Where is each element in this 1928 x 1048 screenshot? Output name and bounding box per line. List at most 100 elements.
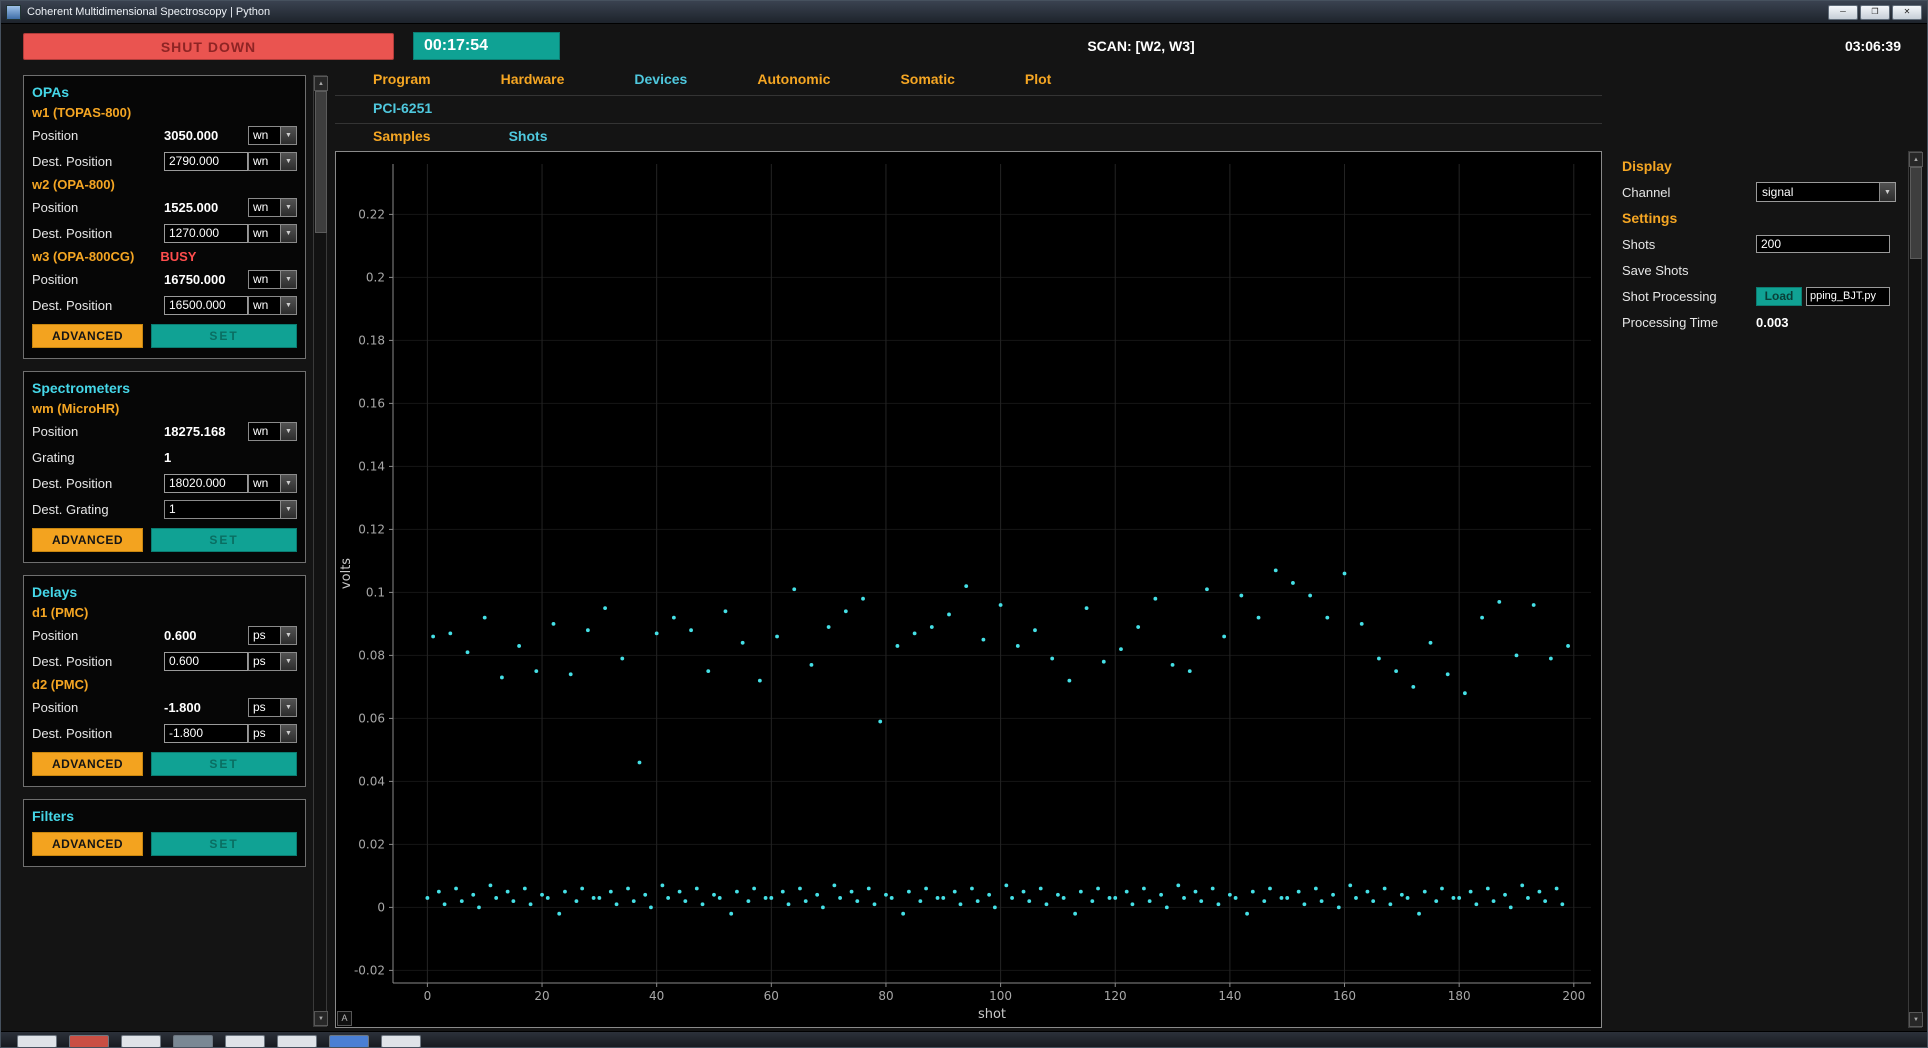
channel-label: Channel	[1622, 185, 1756, 200]
chevron-down-icon[interactable]: ▼	[280, 653, 296, 670]
view-tab-samples[interactable]: Samples	[373, 128, 431, 144]
units-select[interactable]: wn▼	[248, 224, 297, 243]
scan-status: SCAN: [W2, W3]	[1031, 38, 1251, 54]
minimize-button[interactable]: ─	[1828, 5, 1858, 20]
app-icon	[6, 5, 21, 20]
processing-file-input[interactable]	[1806, 287, 1890, 306]
maximize-button[interactable]: ❐	[1860, 5, 1890, 20]
units-select[interactable]: wn▼	[248, 198, 297, 217]
position-readout: 1	[164, 450, 248, 465]
button-row: ADVANCED SET	[32, 832, 297, 856]
scroll-down-icon[interactable]: ▼	[314, 1011, 328, 1026]
units-select[interactable]: ps▼	[248, 724, 297, 743]
menu-item-plot[interactable]: Plot	[1025, 71, 1051, 87]
shutdown-button[interactable]: SHUT DOWN	[23, 33, 394, 60]
sidebar-scrollbar[interactable]: ▲ ▼	[313, 75, 327, 1027]
taskbar-item[interactable]	[225, 1035, 265, 1048]
units-select[interactable]: ps▼	[248, 652, 297, 671]
channel-select[interactable]: signal ▼	[1756, 182, 1896, 202]
view-tabs: Samples Shots	[373, 128, 547, 144]
chevron-down-icon[interactable]: ▼	[280, 501, 296, 518]
taskbar-item[interactable]	[173, 1035, 213, 1048]
advanced-button[interactable]: ADVANCED	[32, 324, 143, 348]
units-select[interactable]: wn▼	[248, 474, 297, 493]
menu-item-somatic[interactable]: Somatic	[900, 71, 954, 87]
chevron-down-icon[interactable]: ▼	[1879, 183, 1895, 201]
units-select[interactable]: wn▼	[248, 422, 297, 441]
window-titlebar[interactable]: Coherent Multidimensional Spectroscopy |…	[1, 1, 1927, 24]
device-heading: w2 (OPA-800)	[32, 174, 297, 194]
svg-text:140: 140	[1218, 989, 1241, 1003]
taskbar-item[interactable]	[277, 1035, 317, 1048]
destination-input[interactable]	[164, 652, 248, 671]
device-heading: d2 (PMC)	[32, 674, 297, 694]
processing-time-label: Processing Time	[1622, 315, 1756, 330]
grating-select[interactable]: 1▼	[164, 500, 297, 519]
shots-plot-container[interactable]: 020406080100120140160180200-0.0200.020.0…	[335, 151, 1602, 1028]
device-heading: d1 (PMC)	[32, 602, 297, 622]
units-select[interactable]: wn▼	[248, 270, 297, 289]
svg-text:60: 60	[764, 989, 779, 1003]
main-scrollbar[interactable]: ▲ ▼	[1908, 151, 1922, 1028]
chevron-down-icon[interactable]: ▼	[280, 127, 296, 144]
chevron-down-icon[interactable]: ▼	[280, 627, 296, 644]
device-name: wm (MicroHR)	[32, 401, 119, 416]
destination-input[interactable]	[164, 152, 248, 171]
windows-taskbar[interactable]	[1, 1031, 1927, 1048]
chevron-down-icon[interactable]: ▼	[280, 297, 296, 314]
advanced-button[interactable]: ADVANCED	[32, 528, 143, 552]
autoscale-button[interactable]: A	[337, 1011, 352, 1026]
menu-item-autonomic[interactable]: Autonomic	[757, 71, 830, 87]
scrollbar-thumb[interactable]	[1910, 167, 1922, 259]
units-select[interactable]: ps▼	[248, 626, 297, 645]
menu-item-hardware[interactable]: Hardware	[501, 71, 565, 87]
advanced-button[interactable]: ADVANCED	[32, 832, 143, 856]
units-select[interactable]: wn▼	[248, 126, 297, 145]
units-select[interactable]: wn▼	[248, 296, 297, 315]
taskbar-item[interactable]	[17, 1035, 57, 1048]
set-button[interactable]: SET	[151, 324, 297, 348]
device-name: d2 (PMC)	[32, 677, 88, 692]
taskbar-item[interactable]	[381, 1035, 421, 1048]
destination-input[interactable]	[164, 224, 248, 243]
taskbar-item[interactable]	[121, 1035, 161, 1048]
chevron-down-icon[interactable]: ▼	[280, 423, 296, 440]
control-label: Position	[32, 272, 164, 287]
scrollbar-thumb[interactable]	[315, 91, 327, 233]
units-select[interactable]: wn▼	[248, 152, 297, 171]
destination-input[interactable]	[164, 474, 248, 493]
taskbar-item[interactable]	[69, 1035, 109, 1048]
button-row: ADVANCED SET	[32, 528, 297, 552]
set-button[interactable]: SET	[151, 752, 297, 776]
taskbar-item[interactable]	[329, 1035, 369, 1048]
scroll-up-icon[interactable]: ▲	[1909, 152, 1923, 167]
units-select[interactable]: ps▼	[248, 698, 297, 717]
menu-item-program[interactable]: Program	[373, 71, 431, 87]
chevron-down-icon[interactable]: ▼	[280, 199, 296, 216]
destination-input[interactable]	[164, 724, 248, 743]
chevron-down-icon[interactable]: ▼	[280, 699, 296, 716]
control-label: Dest. Position	[32, 226, 164, 241]
chevron-down-icon[interactable]: ▼	[280, 225, 296, 242]
main-menu: Program Hardware Devices Autonomic Somatic Pl…	[373, 71, 1051, 87]
chevron-down-icon[interactable]: ▼	[280, 271, 296, 288]
chevron-down-icon[interactable]: ▼	[280, 153, 296, 170]
menu-item-devices[interactable]: Devices	[634, 71, 687, 87]
shots-scatter-plot[interactable]: 020406080100120140160180200-0.0200.020.0…	[336, 152, 1601, 1027]
chevron-down-icon[interactable]: ▼	[280, 475, 296, 492]
svg-text:120: 120	[1104, 989, 1127, 1003]
chevron-down-icon[interactable]: ▼	[280, 725, 296, 742]
set-button[interactable]: SET	[151, 528, 297, 552]
destination-input[interactable]	[164, 296, 248, 315]
scroll-down-icon[interactable]: ▼	[1909, 1012, 1923, 1027]
view-tab-shots[interactable]: Shots	[509, 128, 548, 144]
set-button[interactable]: SET	[151, 832, 297, 856]
advanced-button[interactable]: ADVANCED	[32, 752, 143, 776]
shots-input[interactable]	[1756, 235, 1890, 253]
device-tab-pci-6251[interactable]: PCI-6251	[373, 100, 432, 116]
close-button[interactable]: ✕	[1892, 5, 1922, 20]
scroll-up-icon[interactable]: ▲	[314, 76, 328, 91]
load-button[interactable]: Load	[1756, 287, 1802, 306]
processing-time-value: 0.003	[1756, 315, 1789, 330]
svg-text:volts: volts	[339, 558, 354, 589]
